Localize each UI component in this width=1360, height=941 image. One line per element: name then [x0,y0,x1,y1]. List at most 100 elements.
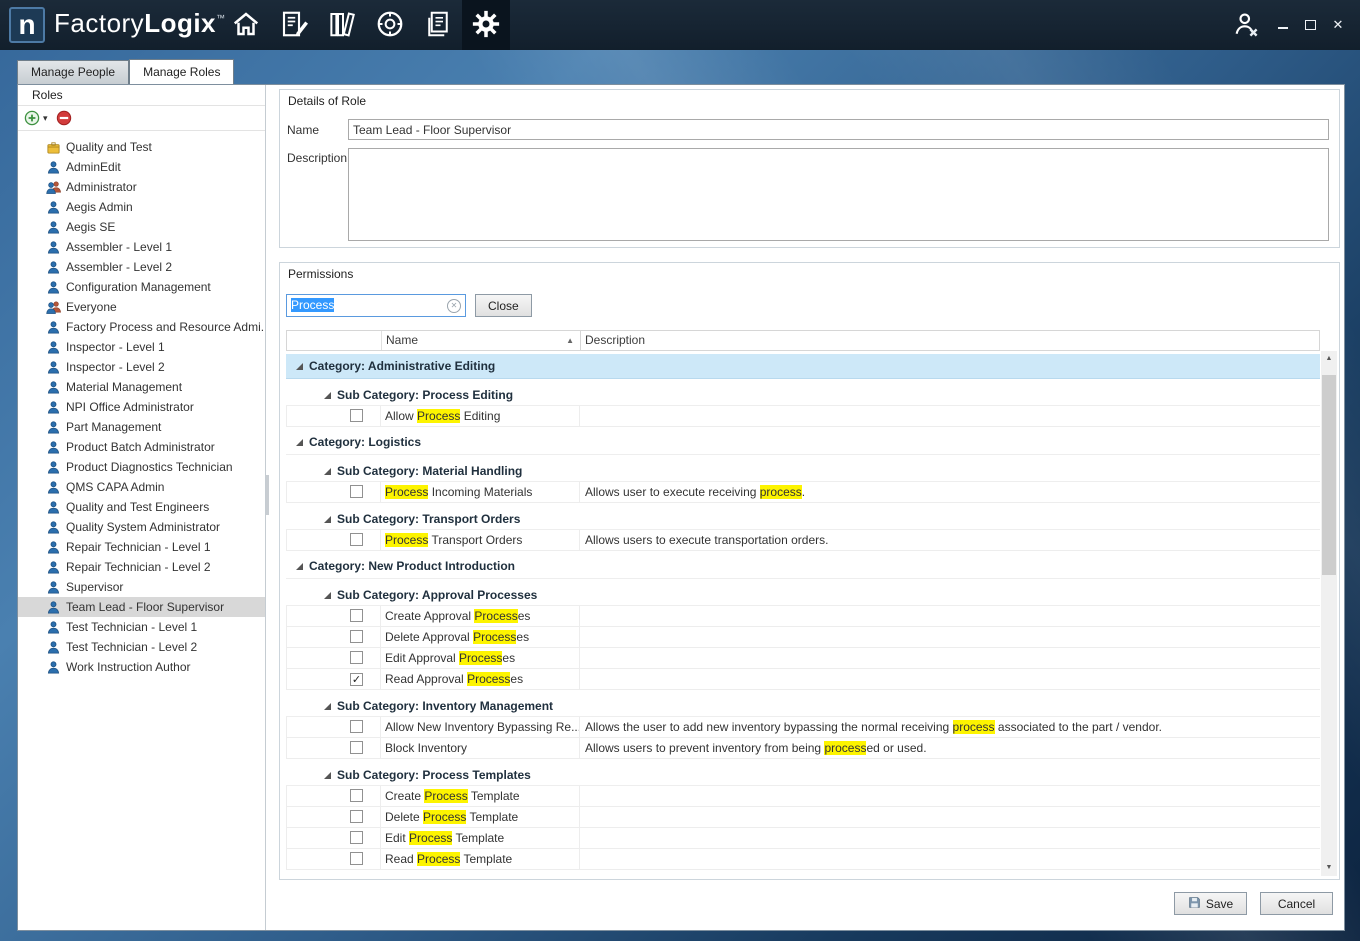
role-item[interactable]: Supervisor [18,577,265,597]
expanded-triangle-icon[interactable] [296,563,303,570]
library-button[interactable] [318,0,366,50]
role-item[interactable]: Aegis Admin [18,197,265,217]
category-row[interactable]: Category: Administrative Editing [286,354,1320,379]
permissions-search-row: Process ✕ Close [286,294,532,317]
subcategory-row[interactable]: Sub Category: Material Handling [286,461,1320,482]
close-button[interactable]: ✕ [1330,17,1346,33]
expanded-triangle-icon[interactable] [296,439,303,446]
role-description-input[interactable] [348,148,1329,241]
subcategory-row[interactable]: Sub Category: Transport Orders [286,509,1320,530]
subcategory-row[interactable]: Sub Category: Process Editing [286,385,1320,406]
permission-checkbox[interactable] [350,651,363,664]
role-item[interactable]: Aegis SE [18,217,265,237]
permission-search-input[interactable]: Process ✕ [286,294,466,317]
permission-checkbox[interactable] [350,609,363,622]
vertical-scrollbar[interactable]: ▲ ▼ [1321,351,1337,876]
settings-button[interactable] [462,0,510,50]
role-item[interactable]: Inspector - Level 2 [18,357,265,377]
role-item[interactable]: Inspector - Level 1 [18,337,265,357]
maximize-button[interactable] [1305,20,1316,30]
permission-checkbox[interactable] [350,810,363,823]
expanded-triangle-icon[interactable] [324,592,331,599]
category-row[interactable]: Category: Logistics [286,430,1320,455]
cancel-button[interactable]: Cancel [1260,892,1333,915]
permission-checkbox[interactable] [350,789,363,802]
expanded-triangle-icon[interactable] [324,516,331,523]
role-item[interactable]: Team Lead - Floor Supervisor [18,597,265,617]
category-row[interactable]: Category: New Product Introduction [286,554,1320,579]
navigation-button[interactable] [366,0,414,50]
data-collection-button[interactable] [270,0,318,50]
expanded-triangle-icon[interactable] [324,468,331,475]
scroll-up-icon[interactable]: ▲ [1321,351,1337,367]
tab-manage-roles[interactable]: Manage Roles [129,59,234,84]
role-item[interactable]: Configuration Management [18,277,265,297]
role-item[interactable]: Repair Technician - Level 2 [18,557,265,577]
expanded-triangle-icon[interactable] [324,392,331,399]
role-item[interactable]: Quality and Test Engineers [18,497,265,517]
logoff-user-button[interactable] [1231,10,1261,40]
remove-role-button[interactable] [56,110,72,126]
scrollbar-thumb[interactable] [1322,375,1336,575]
add-role-dropdown[interactable]: ▾ [43,113,53,124]
window-controls: ✕ [1231,0,1346,50]
clear-search-icon[interactable]: ✕ [447,299,461,313]
role-item[interactable]: Test Technician - Level 2 [18,637,265,657]
permission-checkbox[interactable] [350,852,363,865]
close-search-button[interactable]: Close [475,294,532,317]
permission-checkbox[interactable]: ✓ [350,673,363,686]
role-item[interactable]: Work Instruction Author [18,657,265,677]
role-item[interactable]: Assembler - Level 1 [18,237,265,257]
permission-checkbox[interactable] [350,831,363,844]
role-label: Assembler - Level 2 [66,260,172,274]
permission-checkbox[interactable] [350,741,363,754]
role-name-input[interactable] [348,119,1329,140]
header-description-column[interactable]: Description [581,331,1319,350]
role-item[interactable]: Administrator [18,177,265,197]
header-tree-column [287,331,381,350]
minimize-button[interactable] [1275,17,1291,33]
role-item[interactable]: Material Management [18,377,265,397]
scroll-down-icon[interactable]: ▼ [1321,860,1337,876]
role-label: Configuration Management [66,280,211,294]
role-item[interactable]: Product Diagnostics Technician [18,457,265,477]
tab-bar: Manage People Manage Roles [17,59,234,84]
expanded-triangle-icon[interactable] [324,772,331,779]
role-item[interactable]: Factory Process and Resource Admi... [18,317,265,337]
save-button[interactable]: Save [1174,892,1247,915]
documents-button[interactable] [414,0,462,50]
home-button[interactable] [222,0,270,50]
role-item[interactable]: QMS CAPA Admin [18,477,265,497]
role-item[interactable]: Assembler - Level 2 [18,257,265,277]
subcategory-row[interactable]: Sub Category: Approval Processes [286,585,1320,606]
permission-checkbox[interactable] [350,533,363,546]
role-item[interactable]: NPI Office Administrator [18,397,265,417]
name-column-label: Name [386,333,418,347]
role-item[interactable]: Test Technician - Level 1 [18,617,265,637]
checkbox-cell [286,786,380,806]
permission-checkbox[interactable] [350,630,363,643]
add-role-button[interactable] [24,110,40,126]
expanded-triangle-icon[interactable] [296,363,303,370]
role-item[interactable]: Part Management [18,417,265,437]
subcategory-row[interactable]: Sub Category: Inventory Management [286,696,1320,717]
role-item[interactable]: Quality and Test [18,137,265,157]
permission-row: Allow Process Editing [286,406,1320,427]
role-item[interactable]: Product Batch Administrator [18,437,265,457]
header-name-column[interactable]: Name▲ [381,331,581,350]
permission-name: Edit Process Template [380,828,580,848]
expanded-triangle-icon[interactable] [324,703,331,710]
role-detail-pane: Details of Role Name Description Permiss… [269,85,1344,930]
role-item[interactable]: AdminEdit [18,157,265,177]
tab-manage-people[interactable]: Manage People [17,60,129,84]
subcategory-row[interactable]: Sub Category: Process Templates [286,765,1320,786]
role-item[interactable]: Quality System Administrator [18,517,265,537]
permission-checkbox[interactable] [350,409,363,422]
group-label: Sub Category: Process Editing [337,388,513,402]
roles-panel: Roles ▾ Quality and TestAdminEditAdminis… [18,85,266,930]
role-item[interactable]: Everyone [18,297,265,317]
role-label: Factory Process and Resource Admi... [66,320,265,334]
permission-checkbox[interactable] [350,485,363,498]
permission-checkbox[interactable] [350,720,363,733]
role-item[interactable]: Repair Technician - Level 1 [18,537,265,557]
